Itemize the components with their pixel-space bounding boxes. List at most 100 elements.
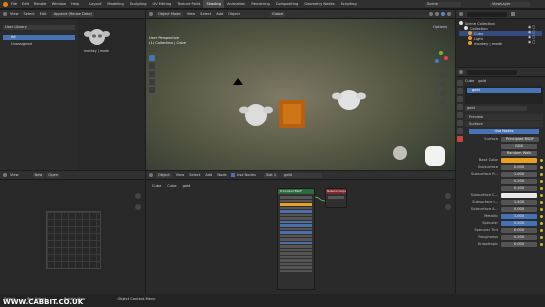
menu-view[interactable]: View bbox=[10, 173, 19, 177]
node-field-bar[interactable] bbox=[280, 241, 312, 244]
preview-panel-header[interactable]: Preview bbox=[465, 114, 543, 120]
editor-type-icon[interactable] bbox=[149, 173, 153, 177]
principled-bsdf-node[interactable]: Principled BSDF bbox=[277, 188, 315, 290]
shader-input-field[interactable]: 0.200 bbox=[501, 178, 537, 184]
material-slot-item[interactable]: gold bbox=[467, 88, 541, 93]
catalog-all[interactable]: All bbox=[3, 35, 75, 40]
surface-panel-header[interactable]: Surface bbox=[465, 121, 543, 127]
shader-input-field[interactable]: 0.000 bbox=[501, 227, 537, 233]
shader-input-field[interactable]: 1.400 bbox=[501, 199, 537, 205]
subsurface-method-dropdown[interactable]: Random Walk bbox=[501, 150, 537, 156]
shader-input-field[interactable]: 0.000 bbox=[501, 241, 537, 247]
node-field-bar[interactable] bbox=[280, 262, 312, 265]
node-field-bar[interactable] bbox=[280, 248, 312, 251]
render-tab-icon[interactable] bbox=[457, 88, 463, 94]
node-color-bar[interactable] bbox=[280, 203, 312, 206]
node-field-bar[interactable] bbox=[280, 269, 312, 272]
tab-compositing[interactable]: Compositing bbox=[273, 0, 302, 8]
world-tab-icon[interactable] bbox=[457, 112, 463, 118]
socket-dot-icon[interactable] bbox=[540, 214, 543, 218]
tab-scripting[interactable]: Scripting bbox=[338, 0, 360, 8]
object-tab-icon[interactable] bbox=[457, 120, 463, 126]
tab-sculpting[interactable]: Sculpting bbox=[127, 0, 150, 8]
tool-tab-icon[interactable] bbox=[457, 80, 463, 86]
navigation-gizmo[interactable] bbox=[433, 50, 449, 66]
socket-dot-icon[interactable] bbox=[540, 186, 543, 190]
socket-dot-icon[interactable] bbox=[540, 235, 543, 239]
node-field-bar[interactable] bbox=[280, 217, 312, 220]
append-mode-dropdown[interactable]: Append (Reuse Data) bbox=[51, 11, 94, 17]
slot-dropdown[interactable]: Slot 1 bbox=[263, 172, 279, 178]
filter-icon[interactable] bbox=[511, 12, 515, 16]
node-field-bar[interactable] bbox=[280, 255, 312, 258]
socket-dot-icon[interactable] bbox=[540, 221, 543, 225]
socket-dot-icon[interactable] bbox=[540, 179, 543, 183]
search-field[interactable] bbox=[467, 69, 517, 75]
pan-icon[interactable] bbox=[440, 81, 446, 87]
uv-grid[interactable] bbox=[46, 211, 101, 269]
menu-add[interactable]: Add bbox=[205, 173, 212, 177]
library-dropdown[interactable]: User Library bbox=[3, 25, 75, 30]
axis-x-icon[interactable] bbox=[444, 56, 448, 60]
tab-modeling[interactable]: Modeling bbox=[104, 0, 126, 8]
shader-node-editor[interactable]: Object View Select Add Node Use Nodes Sl… bbox=[146, 171, 455, 294]
zoom-icon[interactable] bbox=[445, 193, 451, 199]
shader-input-field[interactable]: 0.200 bbox=[501, 234, 537, 240]
node-field-bar[interactable] bbox=[280, 196, 312, 199]
socket-dot-icon[interactable] bbox=[540, 200, 543, 204]
node-field-bar[interactable] bbox=[280, 206, 312, 209]
shader-input-field[interactable]: 1.000 bbox=[501, 213, 537, 219]
use-nodes-button[interactable]: Use Nodes bbox=[469, 129, 539, 134]
zoom-icon[interactable] bbox=[135, 193, 141, 199]
node-field-bar[interactable] bbox=[280, 213, 312, 216]
menu-select[interactable]: Select bbox=[189, 173, 200, 177]
asset-item[interactable]: monkey | mode bbox=[84, 25, 114, 53]
modifier-tab-icon[interactable] bbox=[457, 128, 463, 134]
menu-edit[interactable]: Edit bbox=[22, 2, 29, 6]
menu-view[interactable]: View bbox=[176, 173, 185, 177]
node-field-bar[interactable] bbox=[328, 196, 344, 199]
material-name-field[interactable]: gold bbox=[465, 106, 527, 111]
tab-geometry-nodes[interactable]: Geometry Nodes bbox=[301, 0, 337, 8]
catalog-unassigned[interactable]: Unassigned bbox=[3, 42, 75, 47]
surface-shader-dropdown[interactable]: Principled BSDF bbox=[501, 136, 539, 142]
node-field-bar[interactable] bbox=[280, 210, 312, 213]
socket-dot-icon[interactable] bbox=[540, 193, 543, 197]
tab-animation[interactable]: Animation bbox=[224, 0, 248, 8]
material-tab-icon[interactable] bbox=[457, 136, 463, 142]
shader-input-field[interactable]: 1.000 bbox=[501, 171, 537, 177]
node-field-bar[interactable] bbox=[280, 227, 312, 230]
shader-input-field[interactable]: 0.100 bbox=[501, 185, 537, 191]
node-field-bar[interactable] bbox=[280, 234, 312, 237]
material-dropdown[interactable]: gold bbox=[282, 172, 323, 178]
shader-type-dropdown[interactable]: Object bbox=[156, 172, 172, 178]
node-field-bar[interactable] bbox=[280, 266, 312, 269]
node-field-bar[interactable] bbox=[280, 252, 312, 255]
axis-y-icon[interactable] bbox=[439, 51, 443, 55]
socket-dot-icon[interactable] bbox=[540, 165, 543, 169]
search-field[interactable] bbox=[467, 11, 507, 17]
editor-type-icon[interactable] bbox=[459, 70, 463, 74]
menu-render[interactable]: Render bbox=[34, 2, 47, 6]
node-field-bar[interactable] bbox=[280, 224, 312, 227]
socket-dot-icon[interactable] bbox=[540, 228, 543, 232]
shader-input-field[interactable] bbox=[501, 192, 537, 198]
blender-logo-icon[interactable] bbox=[3, 1, 8, 7]
output-tab-icon[interactable] bbox=[457, 96, 463, 102]
socket-dot-icon[interactable] bbox=[540, 172, 543, 176]
editor-type-icon[interactable] bbox=[3, 12, 7, 16]
tab-layout[interactable]: Layout bbox=[86, 0, 104, 8]
scene-selector[interactable]: Scene bbox=[425, 2, 461, 7]
tab-uv-editing[interactable]: UV Editing bbox=[150, 0, 175, 8]
editor-type-icon[interactable] bbox=[459, 12, 463, 16]
menu-window[interactable]: Window bbox=[52, 2, 66, 6]
perspective-toggle-icon[interactable] bbox=[440, 99, 446, 105]
shader-input-field[interactable]: 0.500 bbox=[501, 220, 537, 226]
eye-icon[interactable]: ◉ ◻ bbox=[528, 40, 542, 45]
socket-dot-icon[interactable] bbox=[540, 158, 543, 162]
editor-type-icon[interactable] bbox=[3, 173, 7, 177]
shader-input-field[interactable]: 0.000 bbox=[501, 164, 537, 170]
distribution-dropdown[interactable]: GGX bbox=[501, 143, 537, 149]
node-field-bar[interactable] bbox=[280, 259, 312, 262]
menu-file[interactable]: File bbox=[11, 2, 17, 6]
